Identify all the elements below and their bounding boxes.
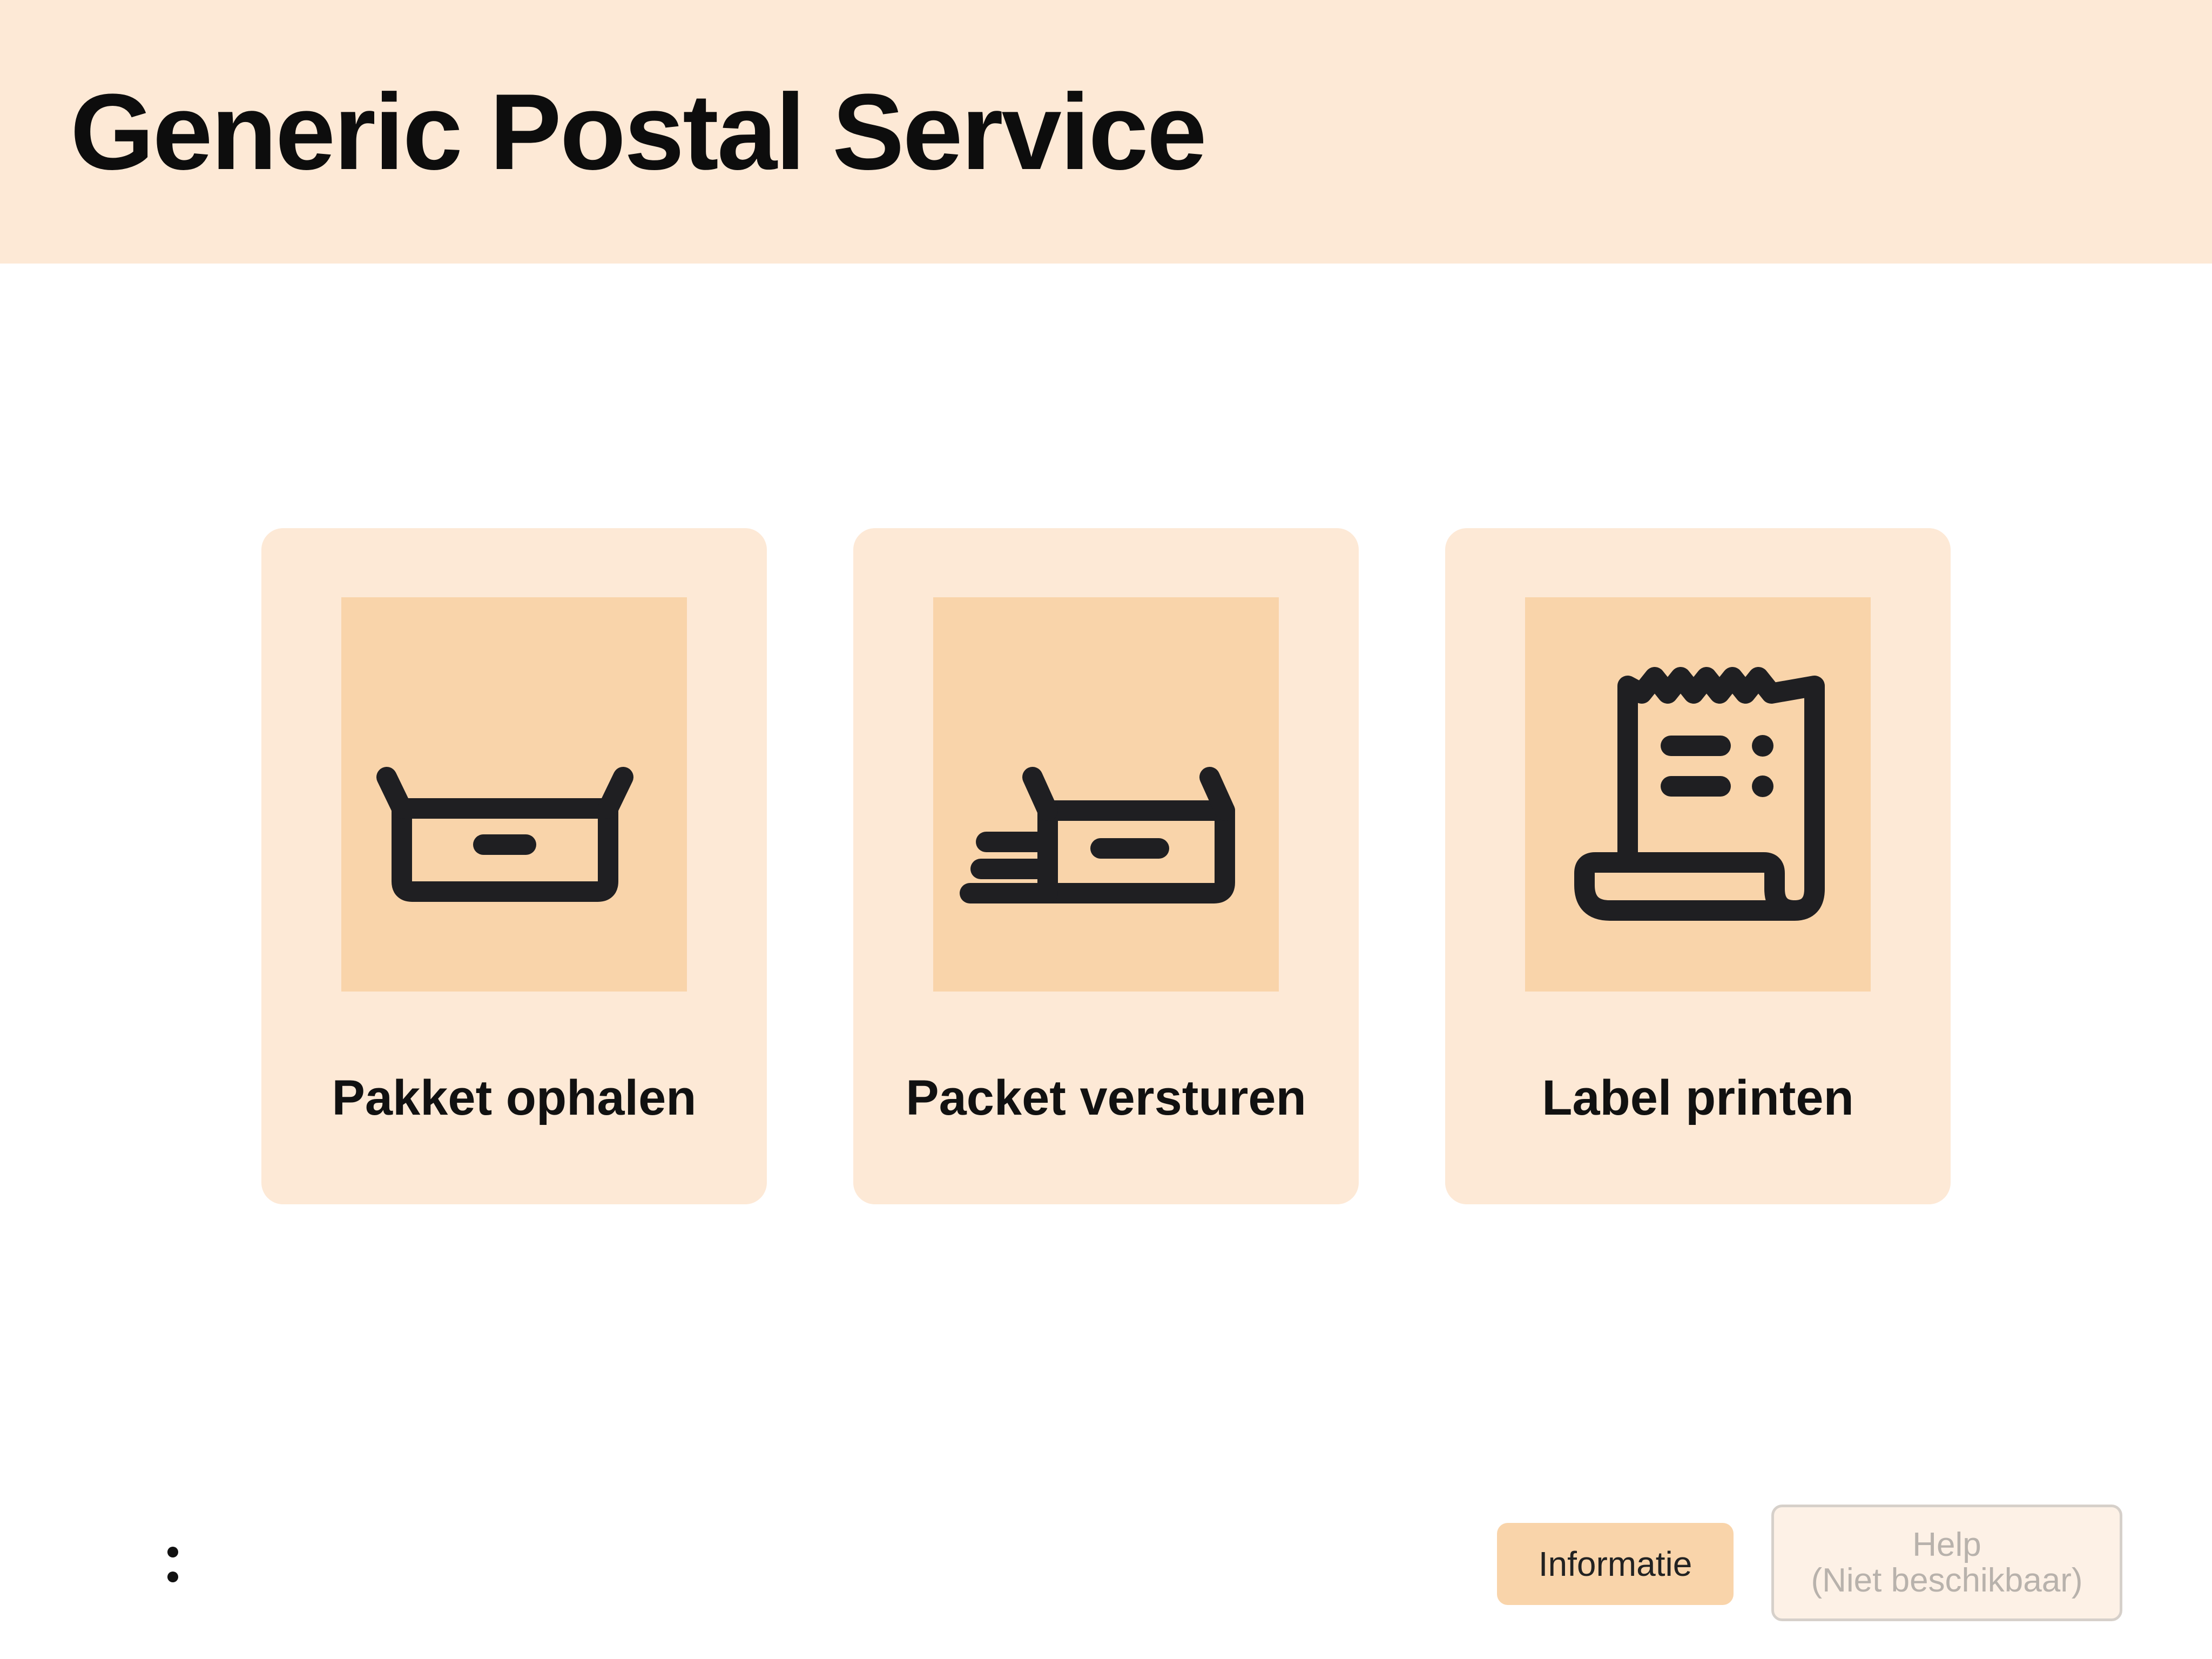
page-title: Generic Postal Service — [70, 72, 1207, 192]
dot — [167, 1572, 178, 1582]
tile-label: Pakket ophalen — [332, 1070, 697, 1125]
receipt-icon — [1574, 667, 1825, 921]
dot — [167, 1547, 178, 1557]
help-button-status: (Niet beschikbaar) — [1811, 1562, 2083, 1599]
tile-label-printen[interactable]: Label printen — [1445, 528, 1951, 1204]
open-box-icon — [376, 767, 633, 902]
tile-pakket-ophalen[interactable]: Pakket ophalen — [261, 528, 767, 1204]
help-button-label: Help — [1912, 1526, 1981, 1563]
sending-box-icon — [960, 767, 1235, 903]
tile-icon-box — [933, 597, 1279, 992]
informatie-button[interactable]: Informatie — [1497, 1523, 1734, 1605]
tile-icon-box — [1525, 597, 1871, 992]
informatie-button-label: Informatie — [1538, 1545, 1692, 1583]
help-button-disabled: Help (Niet beschikbaar) — [1771, 1505, 2122, 1621]
tile-label: Label printen — [1542, 1070, 1854, 1125]
header-bar: Generic Postal Service — [0, 0, 2212, 264]
tile-label: Packet versturen — [906, 1070, 1306, 1125]
vertical-dots-icon[interactable] — [157, 1543, 189, 1587]
tile-icon-box — [341, 597, 687, 992]
tile-packet-versturen[interactable]: Packet versturen — [853, 528, 1359, 1204]
